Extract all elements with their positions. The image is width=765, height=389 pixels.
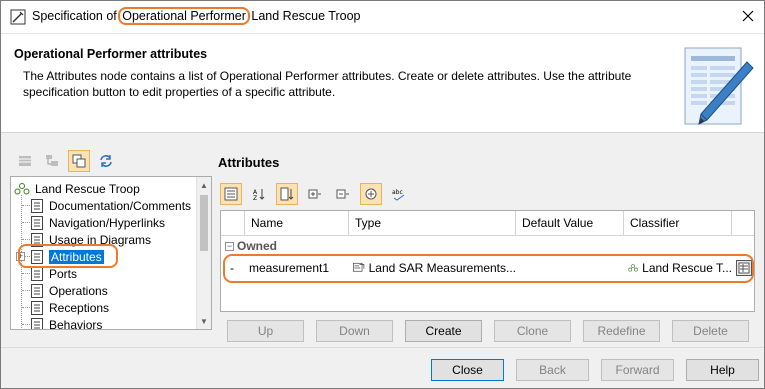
tree-view-button[interactable] xyxy=(41,150,63,172)
tree-item-receptions[interactable]: Receptions xyxy=(22,299,110,316)
tree-item-behaviors[interactable]: Behaviors xyxy=(22,316,103,330)
attributes-highlight xyxy=(18,244,118,268)
footer-separator xyxy=(1,347,764,348)
list-icon xyxy=(19,156,31,166)
tree-item-documentation[interactable]: Documentation/Comments xyxy=(22,197,192,214)
group-button[interactable] xyxy=(220,183,242,205)
sort-order-button[interactable] xyxy=(276,183,298,205)
collapse-icon xyxy=(336,189,349,199)
collapse-all-button[interactable] xyxy=(332,183,354,205)
redefine-button[interactable]: Redefine xyxy=(583,320,660,342)
header-panel: Operational Performer attributes The Att… xyxy=(1,33,764,133)
back-button[interactable]: Back xyxy=(516,359,589,381)
tree-item-label: Behaviors xyxy=(49,317,103,330)
tree-item-label: Ports xyxy=(49,266,78,281)
tree-root[interactable]: Land Rescue Troop xyxy=(14,180,140,197)
table-header: Name Type Default Value Classifier xyxy=(221,211,754,236)
title-highlight: Operational Performer xyxy=(118,7,250,25)
copy-icon xyxy=(72,154,86,168)
column-header-type[interactable]: Type xyxy=(349,211,516,236)
inherited-icon xyxy=(365,188,377,200)
performer-icon xyxy=(14,182,30,194)
tree-item-label: Receptions xyxy=(49,300,110,315)
delete-button[interactable]: Delete xyxy=(672,320,749,342)
page-icon xyxy=(31,198,43,213)
group-label: Owned xyxy=(237,239,278,253)
sort-button[interactable]: AZ xyxy=(248,183,270,205)
refresh-button[interactable] xyxy=(95,150,117,172)
header-title: Operational Performer attributes xyxy=(14,47,208,61)
group-row-owned[interactable]: − Owned xyxy=(225,239,277,253)
forward-button[interactable]: Forward xyxy=(601,359,674,381)
tree-toolbar xyxy=(14,150,117,172)
row-highlight xyxy=(223,254,754,283)
create-button[interactable]: Create xyxy=(405,320,482,342)
tree-item-label: Documentation/Comments xyxy=(49,198,192,213)
sort-az-icon: AZ xyxy=(253,189,265,201)
flat-view-button[interactable] xyxy=(14,150,36,172)
show-all-button[interactable] xyxy=(68,150,90,172)
page-icon xyxy=(31,283,43,298)
close-icon[interactable] xyxy=(740,8,756,24)
tree-item-navigation[interactable]: Navigation/Hyperlinks xyxy=(22,214,166,231)
expand-icon xyxy=(308,189,321,199)
spec-column-header xyxy=(732,211,754,236)
attributes-title: Attributes xyxy=(218,155,280,170)
page-icon xyxy=(31,266,43,281)
clone-button[interactable]: Clone xyxy=(494,320,571,342)
page-icon xyxy=(31,317,43,329)
tree-item-label: Navigation/Hyperlinks xyxy=(49,215,166,230)
document-pencil-icon xyxy=(684,47,754,125)
svg-text:Z: Z xyxy=(253,195,257,201)
column-header-name[interactable]: Name xyxy=(245,211,349,236)
tree-root-label: Land Rescue Troop xyxy=(35,181,140,196)
tree-scrollbar[interactable]: ▲ ▼ xyxy=(196,177,211,329)
column-header-default-value[interactable]: Default Value xyxy=(516,211,624,236)
scroll-down-icon[interactable]: ▼ xyxy=(200,317,208,326)
column-header-classifier[interactable]: Classifier xyxy=(624,211,732,236)
show-inherited-button[interactable] xyxy=(360,183,382,205)
svg-text:abc: abc xyxy=(392,189,403,196)
tree-item-label: Operations xyxy=(49,283,108,298)
hierarchy-icon xyxy=(46,155,58,166)
marker-column-header xyxy=(221,211,245,236)
help-button[interactable]: Help xyxy=(686,359,759,381)
up-button[interactable]: Up xyxy=(227,320,304,342)
sort-order-icon xyxy=(280,187,294,201)
specification-icon xyxy=(10,9,26,25)
down-button[interactable]: Down xyxy=(316,320,393,342)
expand-all-button[interactable] xyxy=(304,183,326,205)
group-icon xyxy=(224,187,238,201)
tree-item-operations[interactable]: Operations xyxy=(22,282,108,299)
spell-check-icon: abc xyxy=(392,189,405,201)
scroll-thumb[interactable] xyxy=(200,195,208,251)
attributes-toolbar: AZ abc xyxy=(220,183,410,205)
title-bar: Specification of Operational Performer L… xyxy=(1,1,764,33)
collapse-group-icon[interactable]: − xyxy=(225,241,234,251)
spell-check-button[interactable]: abc xyxy=(388,183,410,205)
close-button[interactable]: Close xyxy=(431,359,504,381)
page-icon xyxy=(31,300,43,315)
window-title: Specification of Operational Performer L… xyxy=(32,7,361,25)
specification-dialog: Specification of Operational Performer L… xyxy=(0,0,765,389)
refresh-icon xyxy=(100,155,112,167)
page-icon xyxy=(31,215,43,230)
header-description: The Attributes node contains a list of O… xyxy=(23,69,632,99)
scroll-up-icon[interactable]: ▲ xyxy=(200,181,208,190)
